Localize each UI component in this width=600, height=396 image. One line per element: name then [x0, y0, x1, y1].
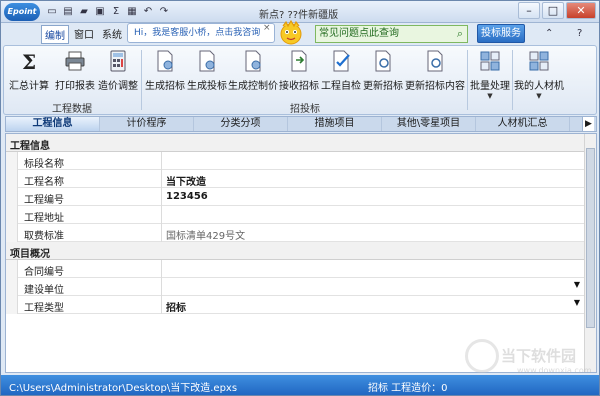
chevron-down-icon: ▼ — [487, 92, 493, 100]
chat-close-icon[interactable]: × — [263, 23, 271, 33]
dropdown-arrow-icon[interactable]: ▼ — [574, 280, 580, 289]
table-row[interactable]: 工程名称 当下改造 — [6, 170, 584, 188]
tab-project-info[interactable]: 工程信息 — [6, 117, 100, 131]
redo-icon[interactable]: ↷ — [157, 5, 171, 19]
tab-itemized[interactable]: 分类分项 — [194, 117, 288, 131]
tab-other-items[interactable]: 其他\零星项目 — [382, 117, 476, 131]
summarize-button[interactable]: Σ 汇总计算 — [6, 48, 52, 98]
table-row[interactable]: 工程地址 — [6, 206, 584, 224]
section-header-row[interactable]: 工程信息 — [6, 134, 584, 152]
file-path: C:\Users\Administrator\Desktop\当下改造.epxs — [9, 383, 238, 394]
faq-search-field[interactable]: 常见问题点此查询 — [315, 25, 468, 43]
update-bid-button[interactable]: 更新招标 — [362, 48, 404, 98]
document-refresh-icon — [427, 50, 443, 72]
tab-materials-summary[interactable]: 人材机汇总 — [476, 117, 570, 131]
menu-tab-edit[interactable]: 编制 — [41, 25, 69, 44]
batch-process-button[interactable]: 批量处理 ▼ — [470, 48, 510, 100]
group-label-bidding: 招投标 — [290, 104, 320, 115]
ribbon-minimize-icon[interactable]: ⌃ — [545, 28, 553, 39]
tab-scroll-right-icon[interactable]: ▶ — [582, 117, 594, 131]
mascot-icon[interactable] — [277, 19, 305, 47]
chevron-down-icon: ▼ — [536, 92, 542, 100]
generate-control-price-button[interactable]: 生成控制价 — [228, 48, 278, 98]
close-button[interactable]: ✕ — [566, 2, 596, 19]
app-window: Epoint ▭ ▤ ▰ ▣ Σ ▦ ↶ ↷ 新点? ??件新疆版 – □ ✕ … — [0, 0, 600, 396]
status-summary: 招标 工程造价：0 — [368, 383, 448, 394]
document-check-icon — [333, 50, 350, 72]
table-row[interactable]: 工程类型 招标 ▼ — [6, 296, 584, 314]
folder-icon[interactable]: ▰ — [77, 5, 91, 19]
undo-icon[interactable]: ↶ — [141, 5, 155, 19]
app-logo: Epoint — [4, 3, 40, 21]
document-gear-icon — [245, 50, 261, 72]
document-gear-icon — [199, 50, 215, 72]
materials-icon — [529, 51, 549, 71]
ribbon-separator — [467, 50, 468, 110]
search-icon[interactable]: ⌕ — [453, 27, 467, 41]
customer-service-bubble[interactable]: Hi，我是客服小桥，点击我咨询 — [127, 23, 275, 43]
generate-bid-invite-button[interactable]: 生成招标 — [144, 48, 186, 98]
tab-measures[interactable]: 措施项目 — [288, 117, 382, 131]
adjust-price-button[interactable]: 造价调整 — [98, 48, 138, 98]
quick-access-toolbar: ▭ ▤ ▰ ▣ Σ ▦ ↶ ↷ — [45, 5, 171, 19]
vertical-scrollbar[interactable] — [584, 134, 596, 372]
scrollbar-thumb[interactable] — [586, 148, 595, 328]
table-row[interactable]: 工程编号 123456 — [6, 188, 584, 206]
window-controls: – □ ✕ — [518, 2, 596, 19]
help-icon[interactable]: ? — [577, 28, 582, 39]
receive-bid-button[interactable]: 接收招标 — [278, 48, 320, 98]
status-bar: C:\Users\Administrator\Desktop\当下改造.epxs… — [1, 375, 599, 395]
ribbon: Σ 汇总计算 打印报表 造价调整 工程数据 生成招标 生成投标 生成控制价 接收… — [3, 45, 597, 115]
print-report-button[interactable]: 打印报表 — [52, 48, 98, 98]
tab-pricing-procedure[interactable]: 计价程序 — [100, 117, 194, 131]
my-materials-button[interactable]: 我的人材机 ▼ — [514, 48, 564, 100]
printer-icon — [65, 51, 85, 71]
update-bid-content-button[interactable]: 更新招标内容 — [404, 48, 466, 98]
document-refresh-icon — [375, 50, 391, 72]
sigma-icon[interactable]: Σ — [109, 5, 123, 19]
save-icon[interactable]: ▣ — [93, 5, 107, 19]
group-label-project-data: 工程数据 — [52, 104, 92, 115]
maximize-button[interactable]: □ — [542, 2, 564, 19]
svg-text:Σ: Σ — [22, 50, 36, 72]
self-check-button[interactable]: 工程自检 — [320, 48, 362, 98]
table-row[interactable]: 取费标准 国标清单429号文 — [6, 224, 584, 242]
section-header-row[interactable]: 项目概况 — [6, 242, 584, 260]
generate-bid-submit-button[interactable]: 生成投标 — [186, 48, 228, 98]
table-row[interactable]: 合同编号 — [6, 260, 584, 278]
ribbon-separator — [512, 50, 513, 110]
bid-service-button[interactable]: 投标服务 — [477, 24, 525, 43]
menu-tab-system[interactable]: 系统 — [99, 25, 125, 44]
document-gear-icon — [157, 50, 173, 72]
menu-tab-window[interactable]: 窗口 — [71, 25, 97, 44]
ribbon-separator — [141, 50, 142, 110]
batch-icon — [480, 51, 500, 71]
table-row[interactable]: 建设单位 ▼ — [6, 278, 584, 296]
calculator-icon — [110, 50, 126, 72]
dropdown-arrow-icon[interactable]: ▼ — [574, 298, 580, 307]
watermark-logo-icon — [465, 339, 499, 373]
table-row[interactable]: 标段名称 — [6, 152, 584, 170]
document-arrow-icon — [291, 50, 307, 72]
new-icon[interactable]: ▭ — [45, 5, 59, 19]
open-icon[interactable]: ▤ — [61, 5, 75, 19]
minimize-button[interactable]: – — [518, 2, 540, 19]
sigma-icon: Σ — [22, 50, 36, 72]
sheet-tabs: 工程信息 计价程序 分类分项 措施项目 其他\零星项目 人材机汇总 ▶ — [5, 116, 597, 132]
grid-icon[interactable]: ▦ — [125, 5, 139, 19]
